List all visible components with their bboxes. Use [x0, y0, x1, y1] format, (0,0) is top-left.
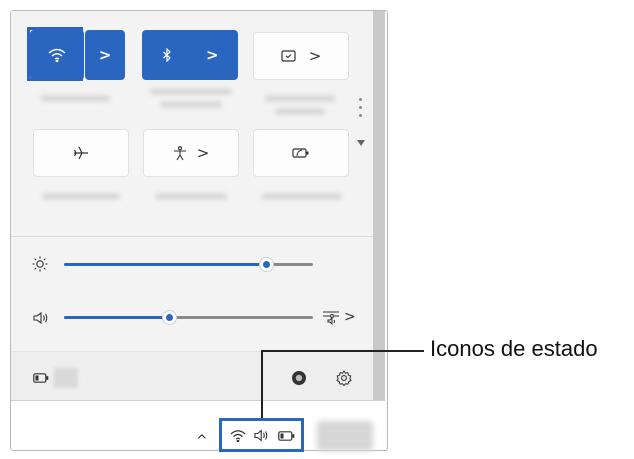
wifi-highlight-box — [27, 27, 83, 81]
volume-slider[interactable] — [64, 310, 313, 325]
accessibility-label-blurred — [155, 193, 227, 200]
battery-icon[interactable] — [33, 373, 49, 383]
page-dot — [359, 98, 362, 101]
page-down-icon[interactable] — [357, 140, 365, 146]
panel-scrollbar-area — [373, 11, 385, 400]
wifi-expand-button[interactable]: > — [85, 30, 125, 80]
volume-slider-fill — [64, 316, 169, 319]
battery-percent-blurred — [54, 368, 78, 388]
page-dot — [359, 106, 362, 109]
airplane-label-blurred — [42, 193, 120, 200]
battery-saver-label-blurred — [262, 193, 342, 200]
panel-divider — [11, 236, 373, 237]
bluetooth-sublabel-blurred — [160, 101, 222, 108]
cast-button[interactable]: > — [253, 32, 349, 80]
bluetooth-expand-chevron[interactable]: > — [206, 47, 219, 63]
taskbar-battery-icon[interactable] — [278, 431, 295, 441]
wifi-expand-chevron: > — [98, 45, 112, 64]
page-indicator[interactable] — [359, 93, 362, 122]
bluetooth-label-blurred — [150, 88, 232, 95]
wifi-label-blurred — [40, 95, 110, 102]
cast-icon — [281, 49, 297, 63]
brightness-slider-thumb[interactable] — [258, 257, 274, 272]
accessibility-button[interactable]: > — [143, 129, 239, 177]
settings-icon[interactable] — [336, 370, 352, 386]
accessibility-expand-chevron[interactable]: > — [197, 145, 210, 161]
cast-sublabel-blurred — [275, 108, 325, 115]
audio-output-chevron[interactable]: > — [344, 309, 356, 325]
taskbar-wifi-icon[interactable] — [230, 429, 246, 442]
audio-output-icon[interactable] — [322, 309, 340, 325]
bluetooth-toggle-button[interactable]: > — [142, 30, 238, 80]
brightness-icon — [32, 256, 48, 272]
taskbar-volume-icon[interactable] — [254, 429, 269, 442]
volume-icon[interactable] — [33, 311, 49, 325]
bluetooth-icon — [162, 48, 172, 62]
airplane-mode-button[interactable] — [33, 129, 129, 177]
brightness-slider[interactable] — [64, 257, 313, 272]
cast-label-blurred — [265, 95, 335, 102]
page-dot — [359, 114, 362, 117]
accessibility-icon — [173, 145, 187, 161]
callout-label: Iconos de estado — [430, 336, 598, 361]
airplane-icon — [73, 146, 89, 160]
brightness-slider-fill — [64, 263, 266, 266]
taskbar-clock-blurred[interactable] — [317, 421, 373, 451]
edit-icon[interactable] — [291, 370, 307, 386]
callout-line-horizontal — [261, 350, 424, 352]
callout-line-vertical — [261, 350, 263, 418]
battery-saver-button[interactable] — [253, 129, 349, 177]
overflow-chevron[interactable]: ^ — [196, 433, 208, 449]
cast-expand-chevron[interactable]: > — [309, 48, 322, 64]
battery-saver-icon — [292, 147, 310, 159]
volume-slider-thumb[interactable] — [161, 310, 177, 325]
